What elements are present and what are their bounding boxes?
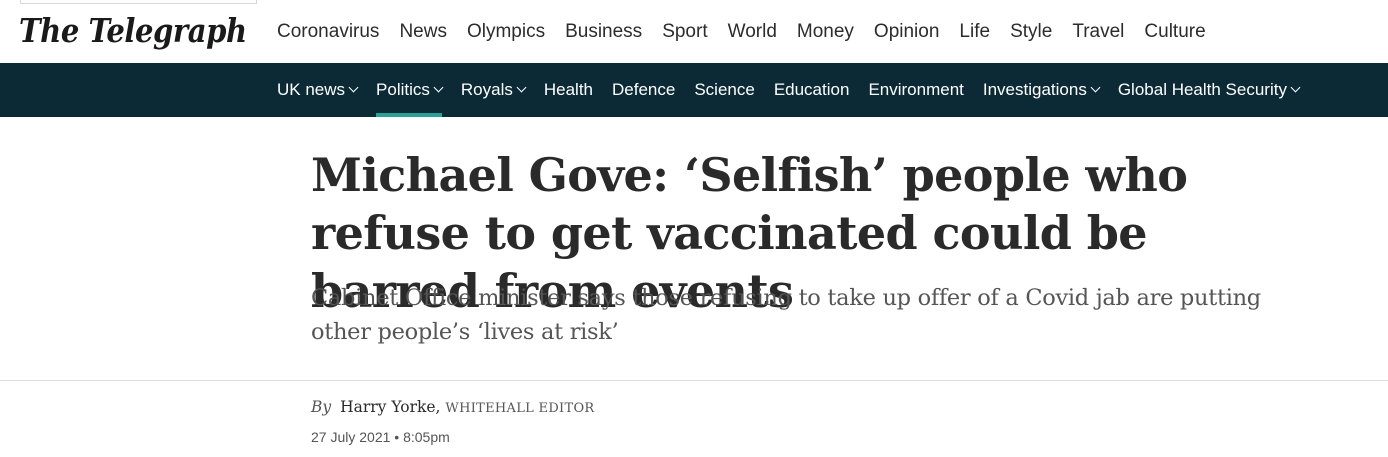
subnav-item-royals[interactable]: Royals bbox=[460, 63, 527, 117]
main-nav-link-opinion[interactable]: Opinion bbox=[874, 21, 940, 43]
byline: By Harry Yorke, Whitehall Editor bbox=[311, 398, 595, 416]
author-name[interactable]: Harry Yorke, bbox=[340, 398, 440, 416]
subnav-item-label: Education bbox=[773, 80, 850, 99]
author-role: Whitehall Editor bbox=[445, 401, 595, 416]
chevron-down-icon bbox=[1090, 82, 1101, 92]
main-nav-link-sport[interactable]: Sport bbox=[662, 21, 707, 43]
main-nav-link-travel[interactable]: Travel bbox=[1072, 21, 1124, 43]
section-navigation: UK news Politics Royals Health Defence Scienc… bbox=[0, 63, 1388, 117]
publish-date: 27 July 2021 • 8:05pm bbox=[311, 429, 450, 445]
subnav-item-label: Investigations bbox=[982, 80, 1087, 99]
subnav-item-label: UK news bbox=[277, 80, 346, 99]
main-navigation: Coronavirus News Olympics Business Sport Worl… bbox=[277, 0, 1226, 63]
subnav-item-uk-news[interactable]: UK news bbox=[277, 63, 359, 117]
subnav-item-environment[interactable]: Environment bbox=[868, 63, 963, 117]
section-nav-items: UK news Politics Royals Health Defence Scienc… bbox=[277, 63, 1318, 117]
main-nav-link-coronavirus[interactable]: Coronavirus bbox=[277, 21, 379, 43]
subnav-item-label: Global Health Security bbox=[1117, 80, 1287, 99]
subnav-item-label: Defence bbox=[612, 80, 676, 99]
main-nav-link-style[interactable]: Style bbox=[1010, 21, 1052, 43]
logo-frame bbox=[20, 0, 257, 4]
subnav-item-politics[interactable]: Politics bbox=[376, 63, 444, 117]
subnav-item-defence[interactable]: Defence bbox=[612, 63, 675, 117]
subnav-item-label: Politics bbox=[376, 80, 430, 99]
chevron-down-icon bbox=[516, 82, 527, 92]
chevron-down-icon bbox=[1290, 82, 1301, 92]
main-nav-link-life[interactable]: Life bbox=[959, 21, 990, 43]
main-nav-link-olympics[interactable]: Olympics bbox=[467, 21, 545, 43]
subnav-item-label: Health bbox=[543, 80, 593, 99]
chevron-down-icon bbox=[348, 82, 359, 92]
byline-prefix: By bbox=[311, 398, 332, 416]
header-divider bbox=[0, 380, 1388, 381]
chevron-down-icon bbox=[433, 82, 444, 92]
article-standfirst: Cabinet Office minister says those refus… bbox=[311, 285, 1261, 345]
site-logo[interactable]: The Telegraph bbox=[19, 11, 247, 50]
subnav-item-global-health-security[interactable]: Global Health Security bbox=[1117, 63, 1301, 117]
subnav-item-education[interactable]: Education bbox=[774, 63, 850, 117]
subnav-item-label: Royals bbox=[460, 80, 513, 99]
subnav-item-investigations[interactable]: Investigations bbox=[982, 63, 1101, 117]
subnav-item-label: Science bbox=[694, 80, 755, 99]
main-nav-link-business[interactable]: Business bbox=[565, 21, 642, 43]
main-nav-link-culture[interactable]: Culture bbox=[1144, 21, 1205, 43]
subnav-item-label: Environment bbox=[868, 80, 964, 99]
main-nav-link-news[interactable]: News bbox=[399, 21, 447, 43]
subnav-item-health[interactable]: Health bbox=[544, 63, 593, 117]
main-nav-link-world[interactable]: World bbox=[728, 21, 777, 43]
subnav-item-science[interactable]: Science bbox=[694, 63, 754, 117]
site-header: The Telegraph Coronavirus News Olympics Bus… bbox=[0, 0, 1388, 63]
main-nav-link-money[interactable]: Money bbox=[797, 21, 854, 43]
